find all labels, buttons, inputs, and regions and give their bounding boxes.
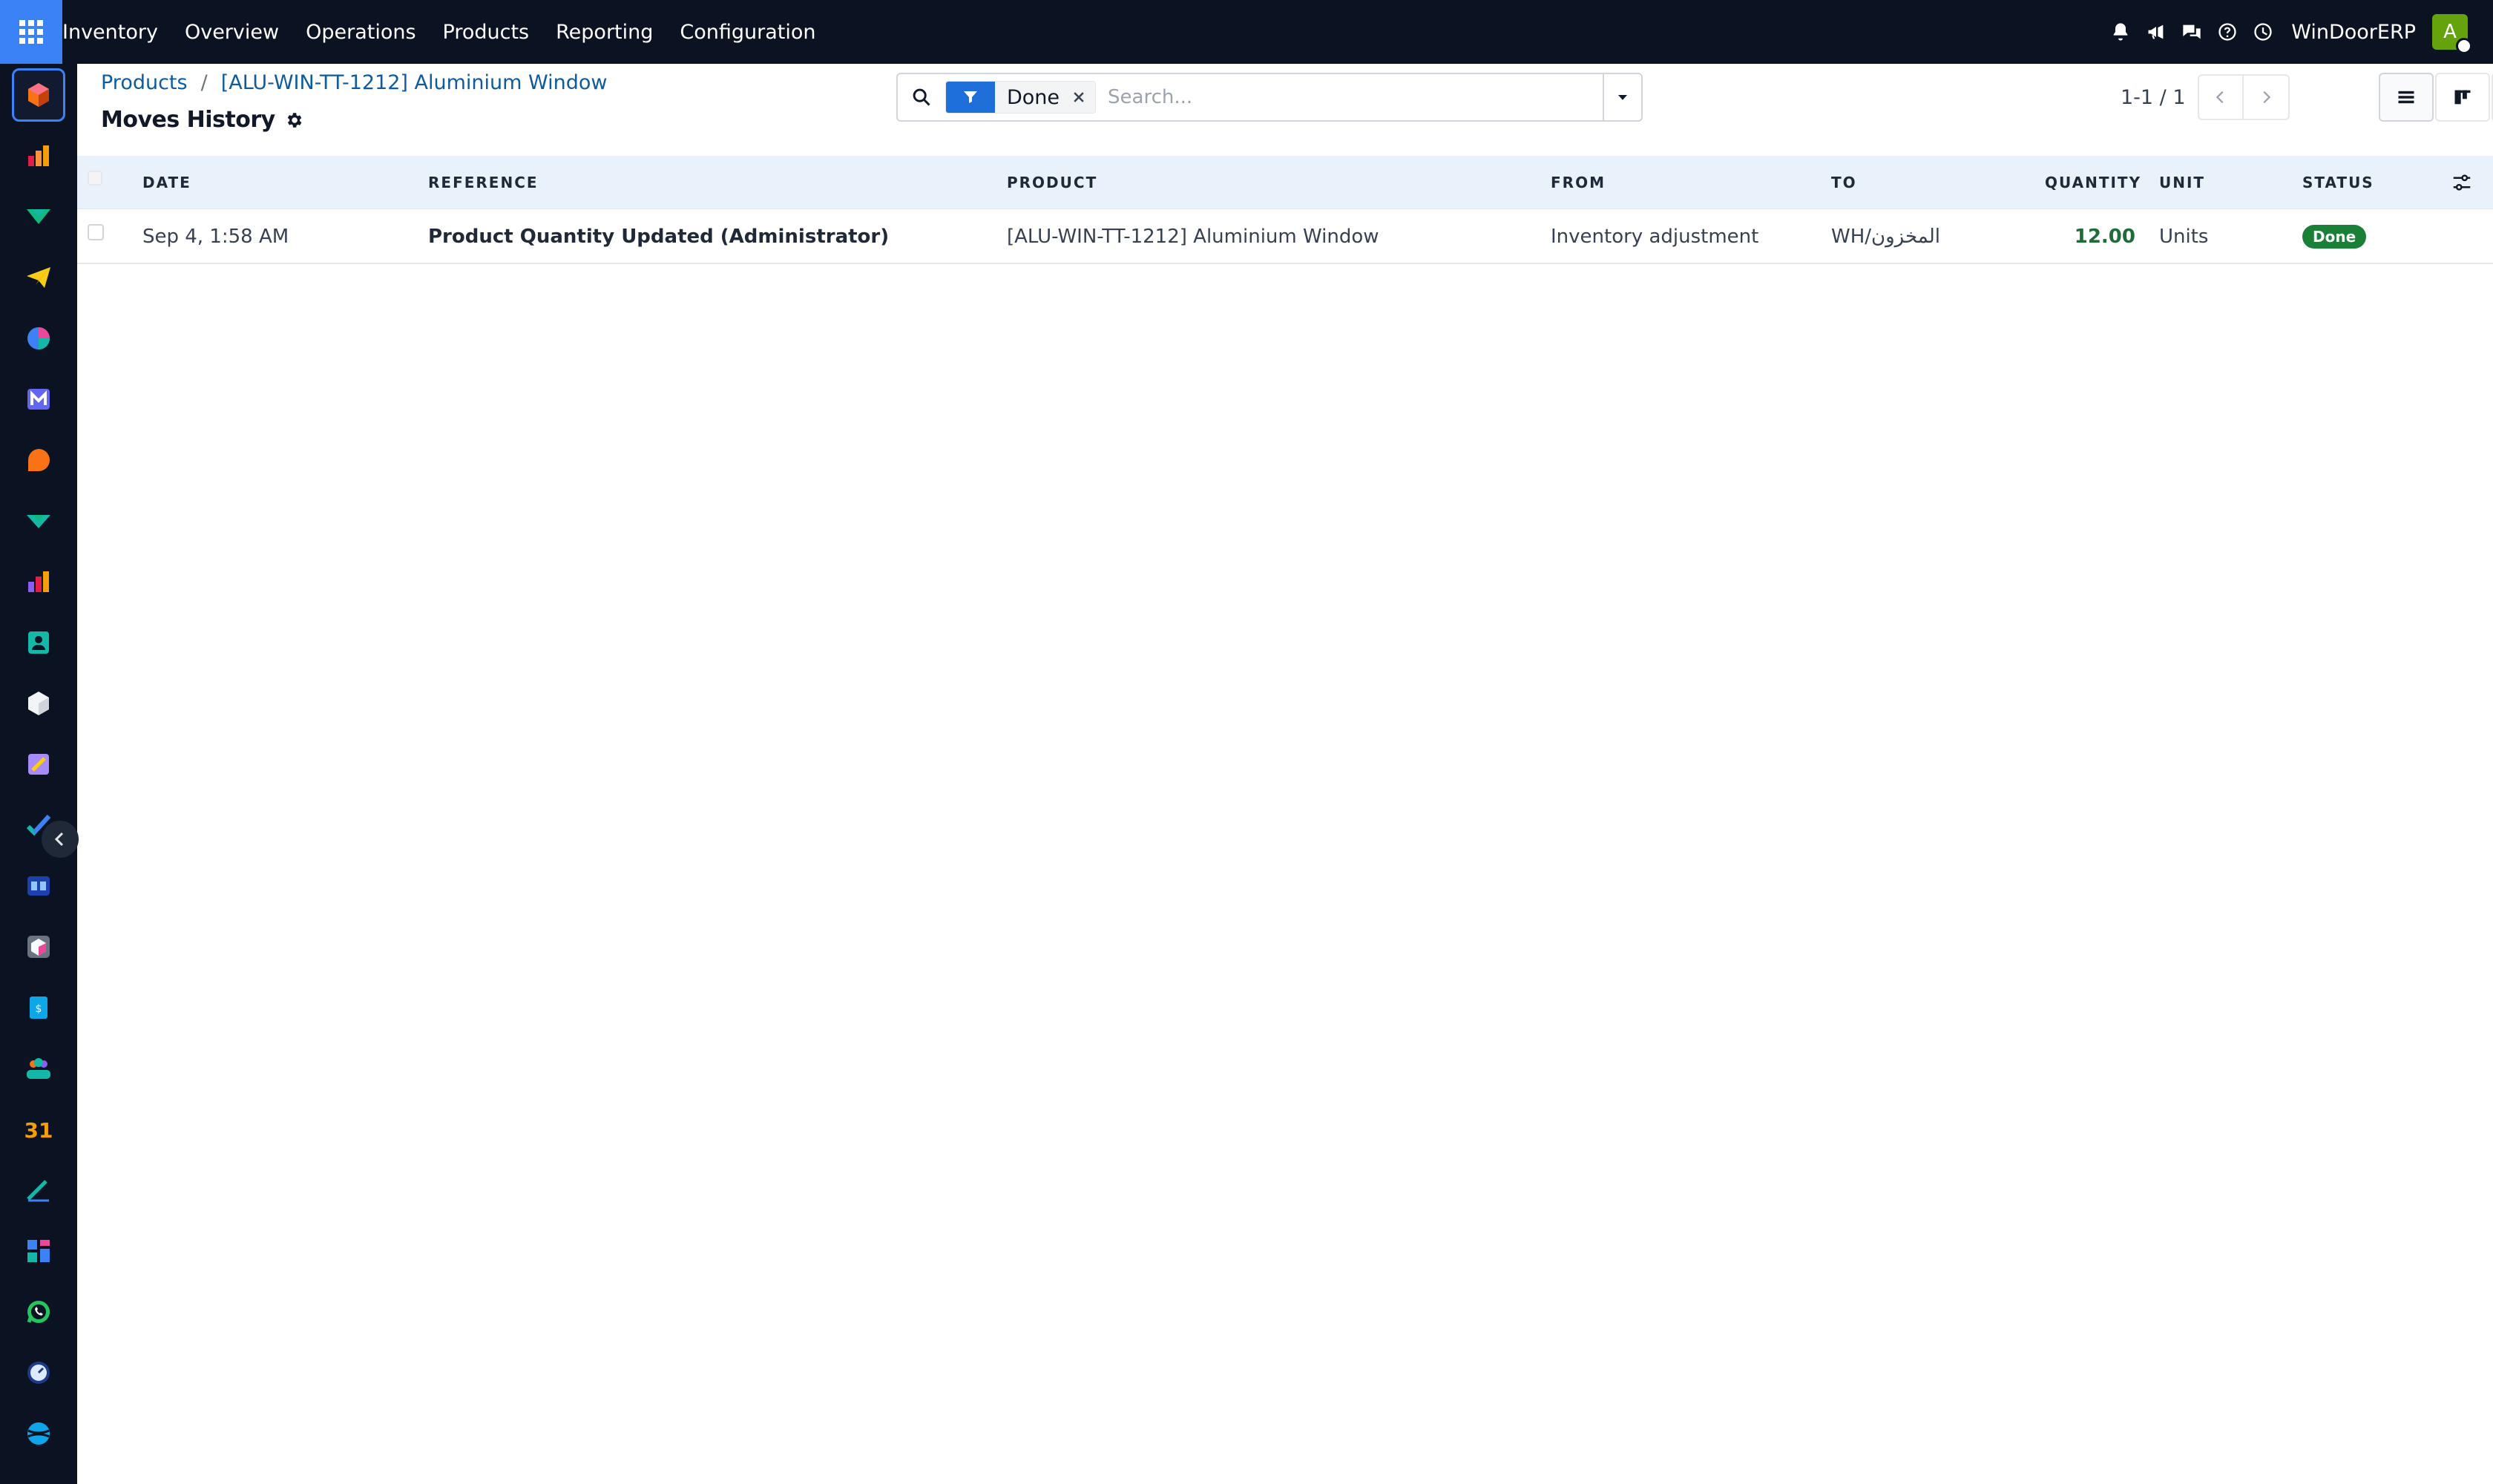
- whatsapp-app-icon[interactable]: [12, 1285, 65, 1339]
- menu-overview[interactable]: Overview: [171, 0, 292, 64]
- sidebar-collapse-button[interactable]: [42, 821, 79, 858]
- table-row[interactable]: Sep 4, 1:58 AM Product Quantity Updated …: [77, 209, 2493, 264]
- cell-reference: Product Quantity Updated (Administrator): [428, 226, 890, 248]
- search-input[interactable]: [1096, 75, 1603, 119]
- column-header-product[interactable]: PRODUCT: [1007, 156, 1097, 209]
- chat-icon[interactable]: [2174, 0, 2210, 64]
- list-view-button[interactable]: [2379, 73, 2434, 122]
- calendar-app-icon[interactable]: 31: [12, 1103, 65, 1156]
- select-all-checkbox[interactable]: [88, 171, 102, 186]
- svg-text:31: 31: [24, 1118, 53, 1143]
- pager-previous-button[interactable]: [2197, 74, 2244, 120]
- breadcrumb-product-record[interactable]: [ALU-WIN-TT-1212] Aluminium Window: [221, 71, 608, 94]
- filter-icon: [946, 82, 995, 113]
- page-title-row: Moves History: [101, 107, 305, 133]
- column-header-unit[interactable]: UNIT: [2159, 156, 2205, 209]
- invoicing-app-icon[interactable]: $: [12, 981, 65, 1034]
- grid-icon: [19, 20, 43, 44]
- table-header: DATE REFERENCE PRODUCT FROM TO QUANTITY …: [77, 156, 2493, 209]
- pager-next-button[interactable]: [2243, 74, 2290, 120]
- close-icon[interactable]: [1071, 82, 1096, 113]
- column-header-from[interactable]: FROM: [1551, 156, 1606, 209]
- column-header-reference[interactable]: REFERENCE: [428, 156, 539, 209]
- cell-unit: Units: [2159, 226, 2209, 248]
- live-chat-app-icon[interactable]: [12, 433, 65, 487]
- column-settings-icon[interactable]: [2448, 169, 2475, 196]
- cell-status: Done: [2302, 209, 2367, 264]
- top-navbar: Inventory Overview Operations Products R…: [0, 0, 2493, 64]
- svg-text:$: $: [36, 1003, 42, 1015]
- chevron-left-icon: [2216, 91, 2224, 104]
- column-header-to[interactable]: TO: [1831, 156, 1857, 209]
- clock-icon[interactable]: [2245, 0, 2281, 64]
- inventory-app-icon[interactable]: [12, 68, 65, 122]
- sign-app-icon[interactable]: [12, 1163, 65, 1217]
- kanban-view-button[interactable]: [2435, 73, 2490, 122]
- dashboard-app-icon[interactable]: [12, 312, 65, 365]
- caret-down-icon: [1618, 95, 1627, 100]
- menu-reporting[interactable]: Reporting: [542, 0, 666, 64]
- presence-indicator: [2456, 38, 2472, 54]
- menu-brand-inventory[interactable]: Inventory: [62, 0, 171, 64]
- gear-icon[interactable]: [284, 110, 305, 131]
- search-bar: Done: [896, 73, 1643, 122]
- search-facet-filter: Done: [945, 81, 1097, 114]
- sales-app-icon[interactable]: [12, 129, 65, 183]
- column-header-status[interactable]: STATUS: [2302, 156, 2374, 209]
- moves-history-table: DATE REFERENCE PRODUCT FROM TO QUANTITY …: [77, 156, 2493, 1484]
- chevron-left-icon: [54, 832, 64, 847]
- telegram-app-icon[interactable]: [12, 251, 65, 304]
- avatar-letter: A: [2443, 21, 2457, 43]
- help-icon[interactable]: [2210, 0, 2245, 64]
- view-switcher: [2377, 73, 2493, 122]
- kanban-icon: [2454, 90, 2471, 105]
- breadcrumb: Products / [ALU-WIN-TT-1212] Aluminium W…: [101, 71, 608, 94]
- discuss2-app-icon[interactable]: [12, 494, 65, 548]
- systray: WinDoorERP A: [2103, 0, 2493, 64]
- main-menu: Inventory Overview Operations Products R…: [62, 0, 830, 64]
- product-app-icon[interactable]: [12, 920, 65, 974]
- company-name[interactable]: WinDoorERP: [2291, 21, 2416, 44]
- search-options-toggle[interactable]: [1603, 74, 1641, 120]
- breadcrumb-products[interactable]: Products: [101, 71, 188, 94]
- box-app-icon[interactable]: [12, 677, 65, 730]
- status-badge: Done: [2302, 225, 2367, 249]
- column-header-quantity[interactable]: QUANTITY: [2045, 156, 2141, 209]
- column-header-date[interactable]: DATE: [142, 156, 191, 209]
- menu-products[interactable]: Products: [430, 0, 543, 64]
- bell-icon[interactable]: [2103, 0, 2138, 64]
- contacts-app-icon[interactable]: [12, 616, 65, 669]
- employees-app-icon[interactable]: [12, 1042, 65, 1095]
- list-icon: [2398, 91, 2414, 104]
- apps-sidebar: $ 31: [0, 64, 79, 1484]
- email-marketing-app-icon[interactable]: [12, 372, 65, 426]
- cell-date: Sep 4, 1:58 AM: [142, 226, 289, 248]
- user-avatar[interactable]: A: [2432, 14, 2472, 54]
- knowledge-app-icon[interactable]: [12, 859, 65, 913]
- row-select-checkbox[interactable]: [88, 224, 104, 240]
- search-icon[interactable]: [898, 74, 945, 120]
- pager: 1-1 / 1: [2121, 73, 2290, 122]
- page-title: Moves History: [101, 107, 275, 133]
- menu-operations[interactable]: Operations: [292, 0, 429, 64]
- dashboards-app-icon[interactable]: [12, 1224, 65, 1278]
- megaphone-icon[interactable]: [2138, 0, 2174, 64]
- craft-app-icon[interactable]: [12, 738, 65, 791]
- app-menu-button[interactable]: [0, 0, 62, 64]
- chevron-right-icon: [2262, 91, 2270, 104]
- timer-app-icon[interactable]: [12, 1346, 65, 1399]
- discuss-app-icon[interactable]: [12, 190, 65, 243]
- reporting-app-icon[interactable]: [12, 555, 65, 608]
- cell-from: Inventory adjustment: [1551, 226, 1759, 248]
- menu-configuration[interactable]: Configuration: [666, 0, 829, 64]
- website-app-icon[interactable]: [12, 1407, 65, 1460]
- pager-value[interactable]: 1-1 / 1: [2121, 86, 2186, 109]
- control-panel: Products / [ALU-WIN-TT-1212] Aluminium W…: [77, 64, 2493, 156]
- cell-to: WH/المخزون: [1831, 226, 1940, 248]
- cell-quantity: 12.00: [2074, 226, 2135, 248]
- facet-value: Done: [995, 82, 1072, 113]
- breadcrumb-separator: /: [200, 71, 208, 94]
- cell-product: [ALU-WIN-TT-1212] Aluminium Window: [1007, 226, 1379, 248]
